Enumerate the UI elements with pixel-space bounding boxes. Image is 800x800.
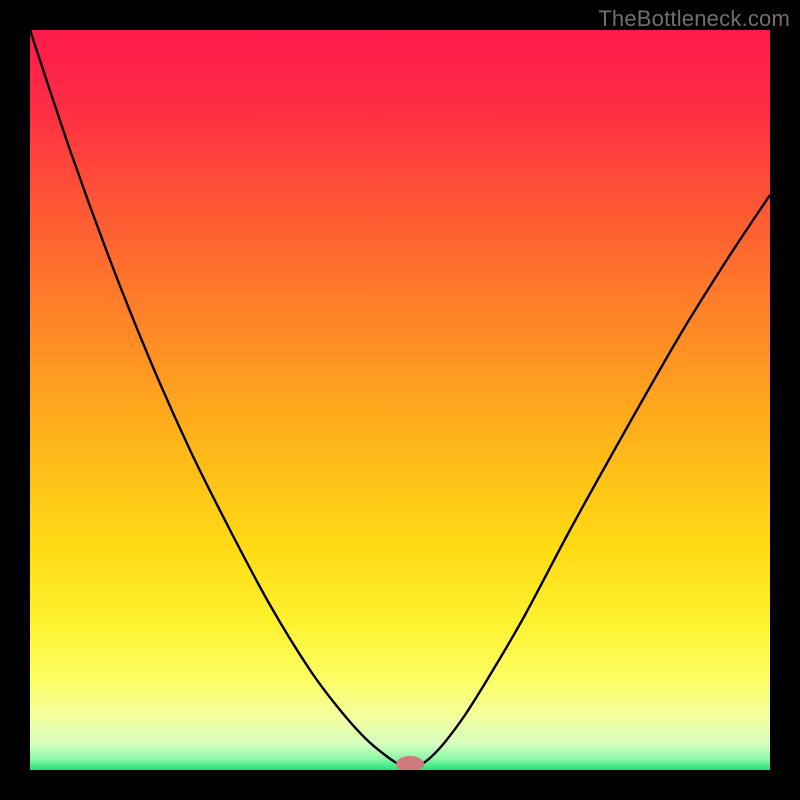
watermark-text: TheBottleneck.com — [598, 6, 790, 32]
gradient-background — [30, 30, 770, 770]
plot-area — [30, 30, 770, 770]
plot-svg — [30, 30, 770, 770]
chart-frame: TheBottleneck.com — [0, 0, 800, 800]
